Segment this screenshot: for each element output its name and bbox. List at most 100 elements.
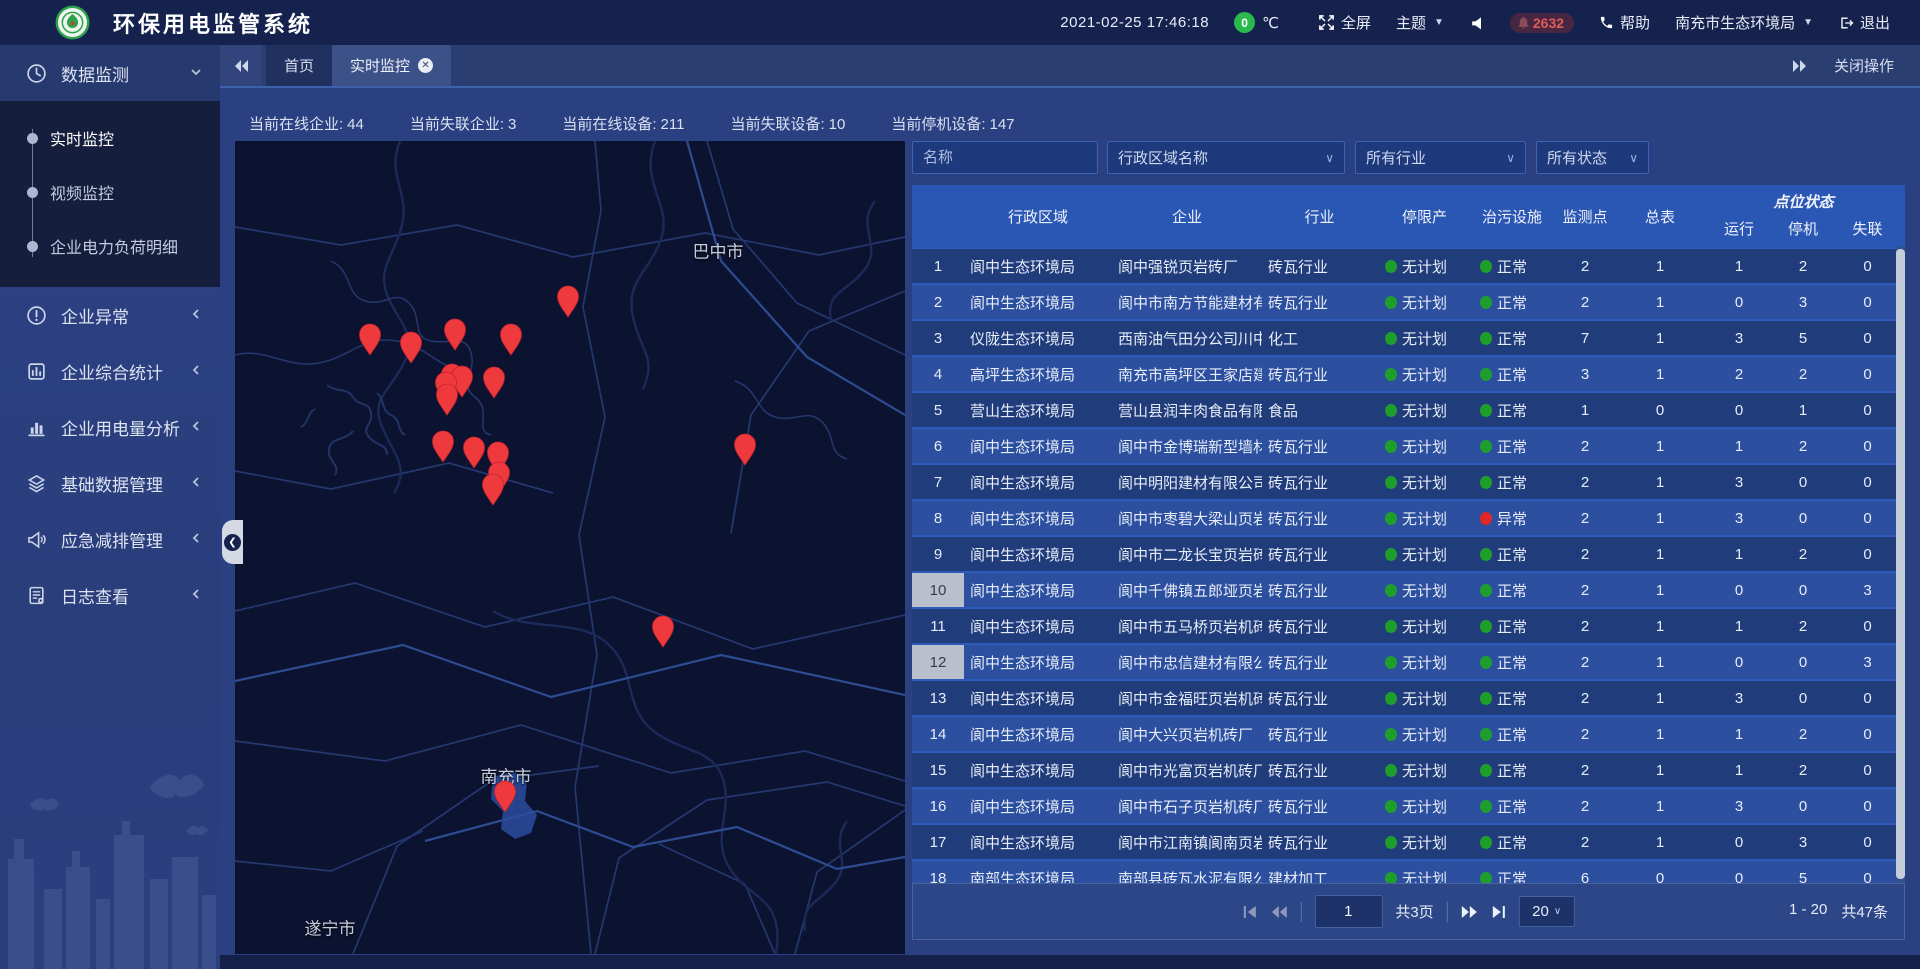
table-row[interactable]: 17阆中生态环境局阆中市江南镇阆南页岩砖瓦行业无计划正常21030 bbox=[912, 823, 1905, 859]
table-row[interactable]: 13阆中生态环境局阆中市金福旺页岩机砖砖瓦行业无计划正常21300 bbox=[912, 679, 1905, 715]
cell-running: 1 bbox=[1702, 753, 1776, 787]
cell-halted: 0 bbox=[1776, 573, 1830, 607]
sidebar-item-5[interactable]: 应急减排管理 bbox=[0, 511, 220, 567]
sidebar-item-3[interactable]: 企业用电量分析 bbox=[0, 399, 220, 455]
map-pin-icon[interactable] bbox=[464, 437, 485, 468]
submenu-item-1[interactable]: 视频监控 bbox=[0, 165, 220, 219]
treatment-status-text: 正常 bbox=[1497, 616, 1527, 637]
status-filter-select[interactable]: 所有状态 ∨ bbox=[1536, 141, 1649, 174]
map-pin-icon[interactable] bbox=[735, 434, 756, 465]
cell-running: 0 bbox=[1702, 861, 1776, 883]
sidebar-item-0[interactable]: 数据监测 bbox=[0, 45, 220, 101]
table-row[interactable]: 14阆中生态环境局阆中大兴页岩机砖厂砖瓦行业无计划正常21120 bbox=[912, 715, 1905, 751]
next-page-button[interactable] bbox=[1461, 905, 1478, 919]
table-row[interactable]: 16阆中生态环境局阆中市石子页岩机砖厂砖瓦行业无计划正常21300 bbox=[912, 787, 1905, 823]
map-pin-icon[interactable] bbox=[483, 474, 504, 505]
org-menu[interactable]: 南充市生态环境局 ▼ bbox=[1675, 12, 1813, 33]
cell-row-number: 14 bbox=[912, 717, 964, 751]
sidebar-item-2[interactable]: 企业综合统计 bbox=[0, 343, 220, 399]
table-row[interactable]: 6阆中生态环境局阆中市金博瑞新型墙材砖瓦行业无计划正常21120 bbox=[912, 427, 1905, 463]
industry-filter-select[interactable]: 所有行业 ∨ bbox=[1355, 141, 1526, 174]
status-dot-green bbox=[1385, 332, 1397, 345]
map-pin-icon[interactable] bbox=[495, 781, 516, 812]
cell-halted: 2 bbox=[1776, 249, 1830, 283]
tab-home[interactable]: 首页 bbox=[266, 45, 332, 86]
submenu-item-2[interactable]: 企业电力负荷明细 bbox=[0, 219, 220, 273]
table-row[interactable]: 18南部生态环境局南部县砖瓦水泥有限公建材加工无计划正常60050 bbox=[912, 859, 1905, 883]
map-pin-icon[interactable] bbox=[437, 384, 458, 415]
table-row[interactable]: 9阆中生态环境局阆中市二龙长宝页岩砖砖瓦行业无计划正常21120 bbox=[912, 535, 1905, 571]
notification-badge[interactable]: 2632 bbox=[1510, 13, 1574, 33]
close-tab-icon[interactable]: ✕ bbox=[418, 58, 433, 73]
scrollbar-thumb[interactable] bbox=[1896, 249, 1905, 879]
table-row[interactable]: 12阆中生态环境局阆中市忠信建材有限公砖瓦行业无计划正常21003 bbox=[912, 643, 1905, 679]
table-row[interactable]: 10阆中生态环境局阆中千佛镇五郎垭页岩砖瓦行业无计划正常21003 bbox=[912, 571, 1905, 607]
logout-button[interactable]: 退出 bbox=[1838, 12, 1890, 33]
table-row[interactable]: 15阆中生态环境局阆中市光富页岩机砖厂砖瓦行业无计划正常21120 bbox=[912, 751, 1905, 787]
sidebar-item-4[interactable]: 基础数据管理 bbox=[0, 455, 220, 511]
cell-running: 0 bbox=[1702, 285, 1776, 319]
theme-menu[interactable]: 主题 ▼ bbox=[1396, 12, 1444, 33]
map-pin-icon[interactable] bbox=[501, 324, 522, 355]
log-file-icon bbox=[26, 585, 47, 606]
cell-monitor-points: 2 bbox=[1552, 573, 1618, 607]
map-pin-icon[interactable] bbox=[484, 367, 505, 398]
close-operations-button[interactable]: 关闭操作 bbox=[1834, 55, 1894, 76]
table-row[interactable]: 7阆中生态环境局阆中明阳建材有限公司砖瓦行业无计划正常21300 bbox=[912, 463, 1905, 499]
region-filter-select[interactable]: 行政区域名称 ∨ bbox=[1107, 141, 1345, 174]
map-pin-icon[interactable] bbox=[433, 431, 454, 462]
tabs-scroll-left-button[interactable] bbox=[220, 45, 262, 86]
submenu-dot-icon bbox=[27, 187, 38, 198]
prev-page-button[interactable] bbox=[1270, 905, 1287, 919]
sidebar-item-1[interactable]: 企业异常 bbox=[0, 287, 220, 343]
stop-production-text: 无计划 bbox=[1402, 796, 1447, 817]
table-row[interactable]: 2阆中生态环境局阆中市南方节能建材有砖瓦行业无计划正常21030 bbox=[912, 283, 1905, 319]
status-dot-green bbox=[1480, 260, 1492, 273]
cell-row-number: 3 bbox=[912, 321, 964, 355]
stop-production-text: 无计划 bbox=[1402, 292, 1447, 313]
map-pin-icon[interactable] bbox=[360, 324, 381, 355]
last-page-button[interactable] bbox=[1491, 905, 1506, 919]
cell-total-meters: 1 bbox=[1618, 681, 1702, 715]
table-row[interactable]: 4高坪生态环境局南充市高坪区王家店建砖瓦行业无计划正常31220 bbox=[912, 355, 1905, 391]
table-row[interactable]: 11阆中生态环境局阆中市五马桥页岩机砖砖瓦行业无计划正常21120 bbox=[912, 607, 1905, 643]
fullscreen-button[interactable]: 全屏 bbox=[1318, 12, 1371, 33]
status-dot-green bbox=[1480, 656, 1492, 669]
chevron-left-icon bbox=[190, 529, 202, 549]
stat-label: 当前在线企业: bbox=[249, 116, 343, 133]
submenu-item-0[interactable]: 实时监控 bbox=[0, 111, 220, 165]
table-scrollbar[interactable] bbox=[1896, 247, 1905, 883]
sidebar-item-6[interactable]: 日志查看 bbox=[0, 567, 220, 623]
cell-running: 3 bbox=[1702, 501, 1776, 535]
help-button[interactable]: 帮助 bbox=[1599, 12, 1650, 33]
map-pin-icon[interactable] bbox=[401, 332, 422, 363]
cell-company: 西南油气田分公司川中 bbox=[1112, 321, 1262, 355]
page-size-select[interactable]: 20 ∨ bbox=[1519, 896, 1575, 927]
map-pin-icon[interactable] bbox=[558, 286, 579, 317]
first-page-button[interactable] bbox=[1242, 905, 1257, 919]
tab-realtime-monitor[interactable]: 实时监控 ✕ bbox=[332, 45, 451, 86]
bottom-strip bbox=[220, 955, 1920, 969]
sound-toggle[interactable] bbox=[1469, 15, 1485, 31]
cell-halted: 2 bbox=[1776, 537, 1830, 571]
table-row[interactable]: 1阆中生态环境局阆中强锐页岩砖厂砖瓦行业无计划正常21120 bbox=[912, 247, 1905, 283]
stat-label: 当前停机设备: bbox=[891, 116, 985, 133]
table-row[interactable]: 5营山生态环境局营山县润丰肉食品有限食品无计划正常10010 bbox=[912, 391, 1905, 427]
record-range-label: 1 - 20 bbox=[1789, 901, 1827, 922]
map-panel[interactable]: 巴中市南充市遂宁市 bbox=[235, 141, 905, 954]
table-row[interactable]: 8阆中生态环境局阆中市枣碧大梁山页岩砖瓦行业无计划异常21300 bbox=[912, 499, 1905, 535]
double-chevron-right-icon[interactable] bbox=[1792, 59, 1808, 73]
treatment-status-text: 正常 bbox=[1497, 760, 1527, 781]
cell-row-number: 12 bbox=[912, 645, 964, 679]
treatment-status-text: 正常 bbox=[1497, 724, 1527, 745]
status-dot-green bbox=[1480, 548, 1492, 561]
name-filter-input[interactable] bbox=[912, 141, 1098, 174]
sidebar-collapse-handle[interactable]: ❮ bbox=[222, 520, 243, 564]
page-number-input[interactable] bbox=[1314, 895, 1382, 928]
table-row[interactable]: 3仪陇生态环境局西南油气田分公司川中化工无计划正常71350 bbox=[912, 319, 1905, 355]
cell-company: 阆中市枣碧大梁山页岩 bbox=[1112, 501, 1262, 535]
total-pages-label: 共3页 bbox=[1395, 901, 1433, 922]
map-pin-icon[interactable] bbox=[653, 616, 674, 647]
pager-divider bbox=[1300, 902, 1301, 922]
map-pin-icon[interactable] bbox=[445, 319, 466, 350]
